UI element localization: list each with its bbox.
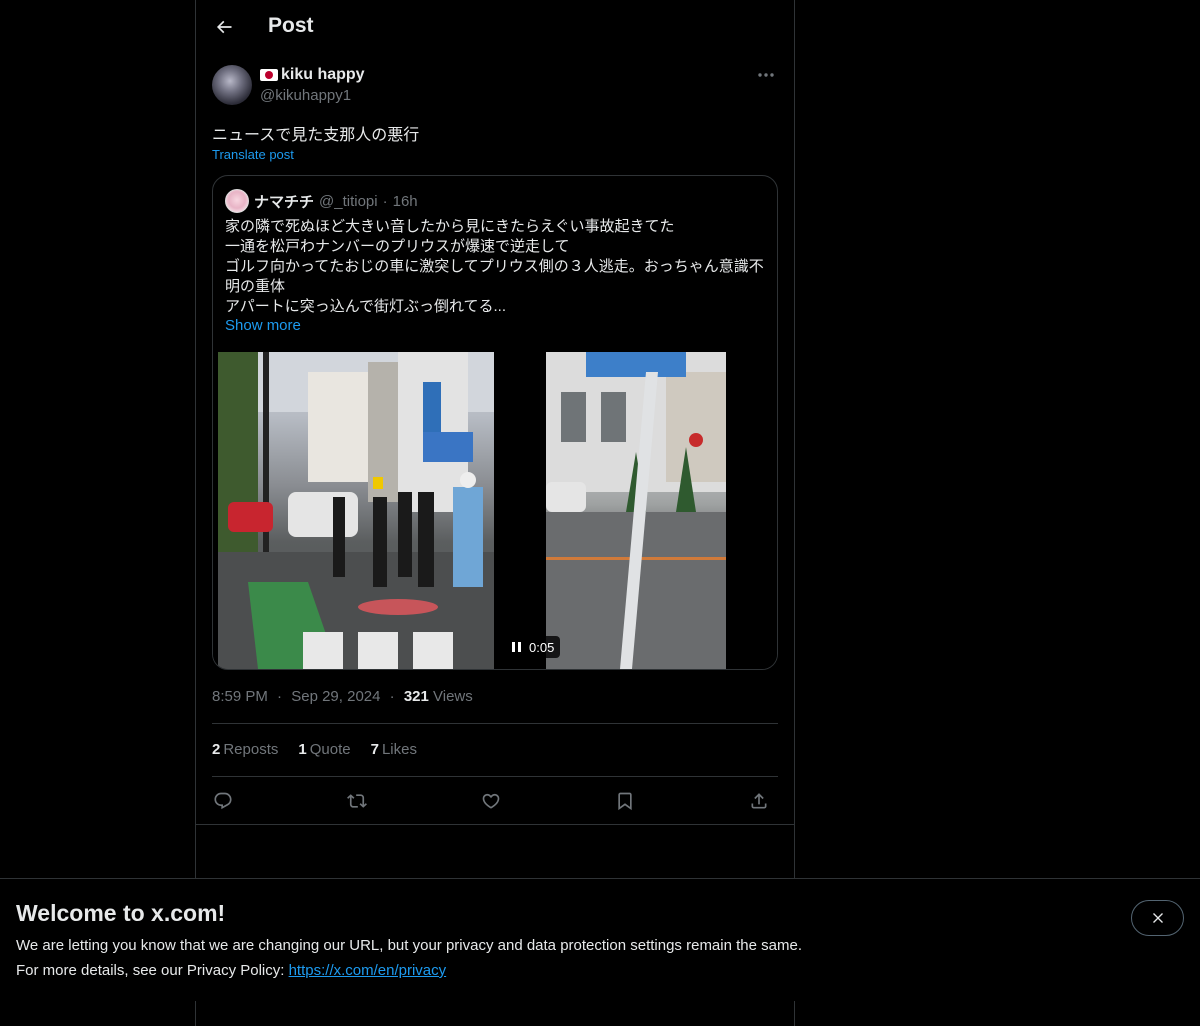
quote-time: 16h <box>392 192 418 210</box>
reposts-count: 2 <box>212 741 221 758</box>
flag-japan-icon <box>260 69 278 81</box>
quote-text-line: 一通を松戸わナンバーのプリウスが爆速で逆走して <box>225 238 570 255</box>
back-arrow-icon <box>216 20 232 34</box>
reposts-stat[interactable]: 2 Reposts <box>212 741 278 758</box>
quote-text-line: ゴルフ向かってたおじの車に激突してプリウス側の３人逃走。おっちゃん意識不 <box>225 258 764 275</box>
meta-separator: · <box>277 688 283 705</box>
video-frame-left <box>218 352 494 669</box>
pause-icon[interactable] <box>512 642 521 652</box>
repost-icon <box>347 794 367 808</box>
quote-text-line: 明の重体 <box>225 278 286 295</box>
likes-label: Likes <box>381 741 417 758</box>
back-button[interactable] <box>208 11 240 43</box>
share-icon <box>751 793 767 809</box>
divider <box>212 776 778 777</box>
show-more-link[interactable]: Show more <box>225 317 301 334</box>
translate-post-link[interactable]: Translate post <box>212 147 294 162</box>
video-player[interactable]: 0:05 <box>213 352 777 669</box>
banner-title: Welcome to x.com! <box>16 900 226 926</box>
likes-count: 7 <box>370 741 379 758</box>
post-text: ニュースで見た支那人の悪行 <box>212 127 420 144</box>
post-column: Post kiku happy @kikuhappy1 ニュースで見た支那人の悪… <box>195 0 795 1026</box>
quote-author-handle: @_titiopi <box>319 192 378 210</box>
quote-text: 家の隣で死ぬほど大きい音したから見にきたらえぐい事故起きてた 一通を松戸わナンバ… <box>225 217 767 317</box>
header: Post <box>196 0 794 54</box>
post-meta: 8:59 PM · Sep 29, 2024 · 321 Views <box>212 688 473 705</box>
quotes-count: 1 <box>298 741 307 758</box>
meta-separator: · <box>389 688 395 705</box>
quote-avatar <box>225 189 249 213</box>
more-button[interactable] <box>754 65 778 85</box>
avatar[interactable] <box>212 65 252 105</box>
post-date[interactable]: Sep 29, 2024 <box>291 688 380 705</box>
author-handle[interactable]: @kikuhappy1 <box>260 87 351 104</box>
views-count: 321 <box>403 688 429 705</box>
welcome-banner: Welcome to x.com! We are letting you kno… <box>0 878 1200 1001</box>
banner-privacy-line: For more details, see our Privacy Policy… <box>16 962 446 979</box>
quote-author-name: ナマチチ <box>254 193 315 211</box>
divider <box>196 824 794 825</box>
banner-message: We are letting you know that we are chan… <box>16 937 802 954</box>
likes-stat[interactable]: 7 Likes <box>371 741 417 758</box>
quotes-stat[interactable]: 1 Quote <box>298 741 350 758</box>
repost-button[interactable] <box>344 788 370 814</box>
post-author: kiku happy @kikuhappy1 <box>212 65 778 107</box>
reposts-label: Reposts <box>223 741 279 758</box>
divider <box>212 723 778 724</box>
bookmark-button[interactable] <box>612 788 638 814</box>
quote-text-line: アパートに突っ込んで街灯ぶっ倒れてる... <box>225 298 507 315</box>
close-icon <box>1152 913 1163 923</box>
bookmark-icon <box>618 792 632 811</box>
post-time[interactable]: 8:59 PM <box>212 688 268 705</box>
quote-header: ナマチチ @_titiopi · 16h <box>225 189 418 213</box>
engagement-stats: 2 Reposts 1 Quote 7 Likes <box>212 741 417 758</box>
reply-button[interactable] <box>210 788 236 814</box>
banner-privacy-text: For more details, see our Privacy Policy… <box>16 962 289 979</box>
author-name-row[interactable]: kiku happy <box>260 66 365 84</box>
quoted-post[interactable]: ナマチチ @_titiopi · 16h 家の隣で死ぬほど大きい音したから見にき… <box>212 175 778 670</box>
privacy-policy-link[interactable]: https://x.com/en/privacy <box>289 962 447 979</box>
page-title: Post <box>268 14 314 37</box>
action-bar <box>212 788 778 814</box>
quote-text-line: 家の隣で死ぬほど大きい音したから見にきたらえぐい事故起きてた <box>225 218 675 235</box>
quotes-label: Quote <box>309 741 351 758</box>
like-icon <box>482 793 500 809</box>
close-banner-button[interactable] <box>1131 900 1184 936</box>
more-icon <box>758 73 774 77</box>
like-button[interactable] <box>478 788 504 814</box>
video-time: 0:05 <box>529 639 555 655</box>
share-button[interactable] <box>746 788 772 814</box>
author-display-name[interactable]: kiku happy <box>281 66 365 84</box>
video-frame-right <box>546 352 726 669</box>
quote-separator: · <box>382 192 388 210</box>
video-controls[interactable]: 0:05 <box>506 636 561 658</box>
reply-icon <box>214 792 232 810</box>
views-label: Views <box>433 688 473 705</box>
